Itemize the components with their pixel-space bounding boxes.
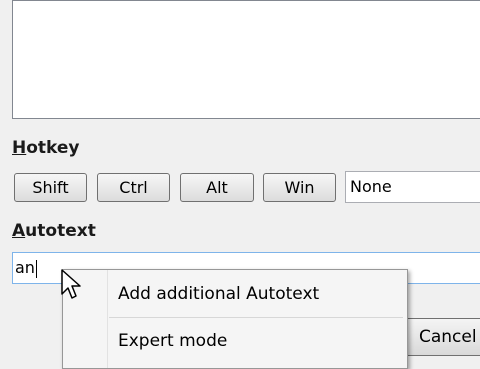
- cancel-button[interactable]: Cancel: [398, 318, 480, 356]
- alt-toggle-button[interactable]: Alt: [180, 173, 254, 202]
- shift-toggle-button[interactable]: Shift: [14, 173, 87, 202]
- ctrl-toggle-button[interactable]: Ctrl: [97, 173, 170, 202]
- context-menu: Add additional Autotext Expert mode: [62, 269, 408, 369]
- menu-item-add-additional-autotext[interactable]: Add additional Autotext: [63, 277, 407, 311]
- autotext-list-area[interactable]: [12, 0, 480, 119]
- win-toggle-button[interactable]: Win: [263, 173, 336, 202]
- autotext-heading: Autotext: [12, 221, 96, 241]
- menu-item-expert-mode[interactable]: Expert mode: [63, 324, 407, 358]
- menu-separator: [109, 317, 403, 318]
- mouse-pointer-icon: [61, 269, 81, 299]
- hotkey-heading: Hotkey: [12, 138, 80, 158]
- hotkey-field[interactable]: None: [345, 171, 480, 203]
- autotext-input-value: an: [15, 258, 35, 277]
- text-caret: [35, 259, 37, 278]
